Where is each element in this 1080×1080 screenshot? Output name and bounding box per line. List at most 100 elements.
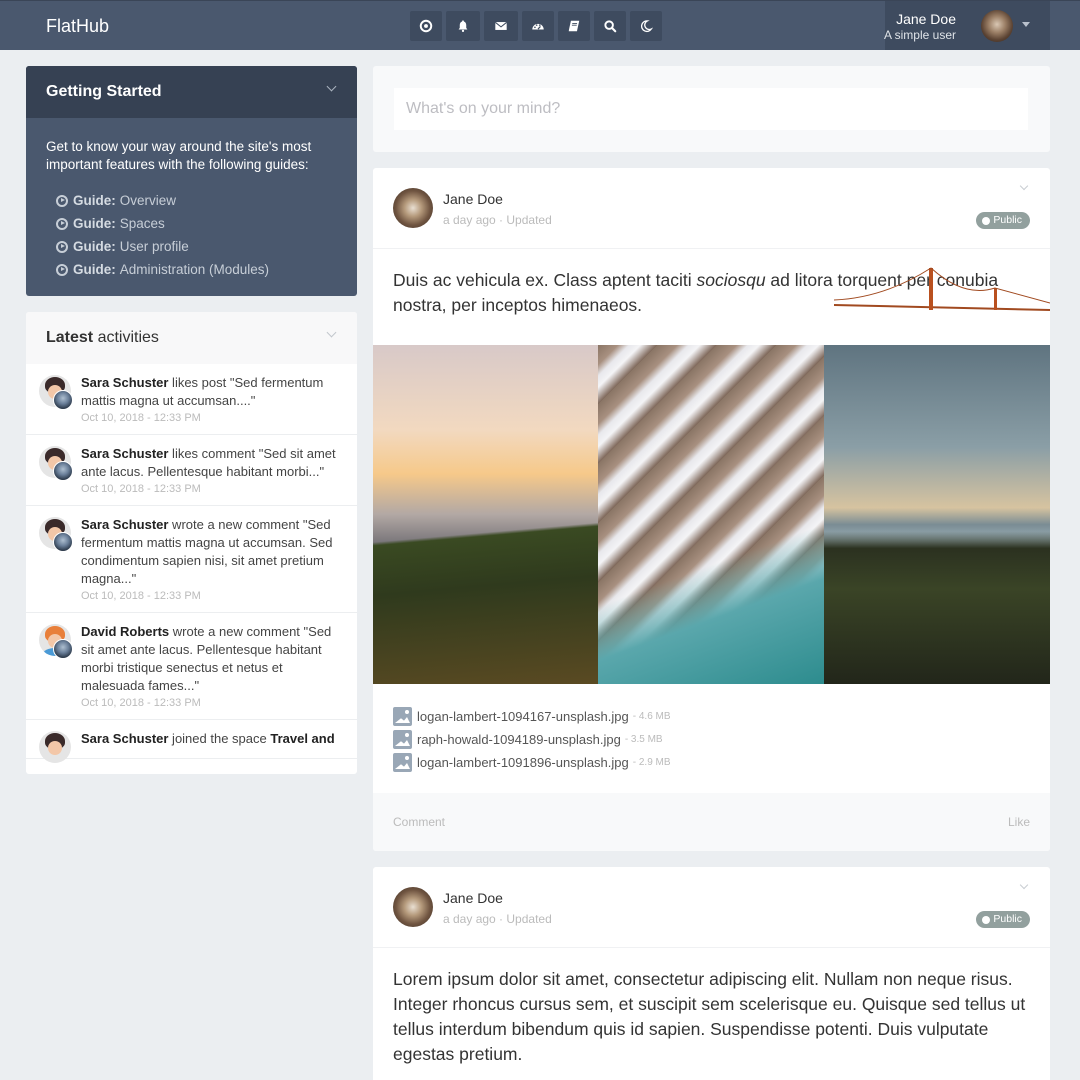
user-name: Jane Doe [896,11,956,27]
guide-link-administration[interactable]: Guide: Administration (Modules) [56,258,337,281]
author-avatar[interactable] [393,887,433,927]
comment-link[interactable]: Comment [393,815,445,829]
post-card: Jane Doe a day ago · Updated Public Lore… [373,867,1050,1080]
mountain-sunset-photo[interactable] [373,345,598,684]
photo-gallery [373,345,1050,684]
getting-started-panel: Getting Started Get to know your way aro… [26,66,357,296]
chevron-down-icon[interactable] [1019,880,1029,890]
guide-label: Administration (Modules) [119,262,270,277]
nav-icon-bar [410,11,662,41]
latest-activities-panel: Latest activities Sara Schuster likes po… [26,312,357,774]
activity-item[interactable]: Sara Schuster likes comment "Sed sit ame… [26,435,357,506]
file-name[interactable]: logan-lambert-1091896-unsplash.jpg [417,755,629,770]
post-author[interactable]: Jane Doe [443,890,503,906]
dashboard-icon [532,23,544,30]
image-file-icon [393,730,412,749]
play-circle-icon [56,263,68,276]
post-body: Lorem ipsum dolor sit amet, consectetur … [393,969,1026,1064]
attachment-item[interactable]: logan-lambert-1091896-unsplash.jpg - 2.9… [393,751,671,774]
dark-mode-toggle[interactable] [630,11,662,41]
space-avatar [53,390,73,410]
post-composer [373,66,1050,152]
visibility-badge: Public [976,911,1030,928]
search-icon [604,20,617,33]
guide-prefix: Guide: [73,239,116,254]
post-meta: a day ago · Updated [443,213,552,227]
latest-activities-header[interactable]: Latest activities [26,312,357,364]
activity-space-name[interactable]: Travel and [270,731,334,746]
post-author[interactable]: Jane Doe [443,191,503,207]
dashboard-target-button[interactable] [410,11,442,41]
play-circle-icon [56,217,68,230]
latest-activities-title: Latest activities [46,329,159,346]
activity-time: Oct 10, 2018 - 12:33 PM [81,590,201,602]
search-button[interactable] [594,11,626,41]
guide-link-overview[interactable]: Guide: Overview [56,189,337,212]
guide-link-user-profile[interactable]: Guide: User profile [56,235,337,258]
bell-icon [458,20,468,33]
book-icon [568,20,580,32]
chevron-down-icon[interactable] [326,327,337,338]
activity-user: David Roberts [81,624,170,639]
getting-started-title: Getting Started [46,83,162,100]
file-size: - 2.9 MB [632,757,671,768]
activity-item[interactable]: Sara Schuster likes post "Sed fermentum … [26,364,357,435]
activity-item[interactable]: David Roberts wrote a new comment "Sed s… [26,613,357,720]
aerial-waves-photo[interactable] [598,345,824,684]
file-name[interactable]: logan-lambert-1094167-unsplash.jpg [417,709,629,724]
space-avatar [53,532,73,552]
image-file-icon [393,753,412,772]
golden-gate-bridge-photo[interactable] [824,345,1050,684]
activity-item[interactable]: Sara Schuster joined the space Travel an… [26,720,357,763]
top-navbar: FlatHub Jane Doe A simple user [0,0,1080,50]
directory-button[interactable] [558,11,590,41]
post-header: Jane Doe a day ago · Updated Public [373,168,1050,249]
file-name[interactable]: raph-howald-1094189-unsplash.jpg [417,732,621,747]
guide-label: Spaces [119,216,165,231]
play-circle-icon [56,194,68,207]
file-size: - 3.5 MB [624,734,663,745]
user-avatar [39,731,71,763]
chevron-down-icon[interactable] [326,81,337,92]
activity-time: Oct 10, 2018 - 12:33 PM [81,697,201,709]
author-avatar[interactable] [393,188,433,228]
activity-time: Oct 10, 2018 - 12:33 PM [81,412,201,424]
activity-item[interactable]: Sara Schuster wrote a new comment "Sed f… [26,506,357,613]
attachment-list: logan-lambert-1094167-unsplash.jpg - 4.6… [393,705,671,774]
getting-started-header[interactable]: Getting Started [26,66,357,118]
image-file-icon [393,707,412,726]
play-circle-icon [56,240,68,253]
attachment-item[interactable]: logan-lambert-1094167-unsplash.jpg - 4.6… [393,705,671,728]
guide-list: Guide: Overview Guide: Spaces Guide: Use… [46,189,337,281]
file-size: - 4.6 MB [632,711,671,722]
post-actions: Comment Like [373,793,1050,851]
post-input[interactable] [394,88,1028,130]
like-link[interactable]: Like [1008,815,1030,829]
guide-prefix: Guide: [73,193,116,208]
dashboard-button[interactable] [522,11,554,41]
moon-icon [640,20,653,33]
brand-logo[interactable]: FlatHub [46,16,109,37]
notifications-button[interactable] [446,11,480,41]
messages-button[interactable] [484,11,518,41]
post-header: Jane Doe a day ago · Updated Public [373,867,1050,948]
getting-started-intro: Get to know your way around the site's m… [46,139,312,172]
attachment-item[interactable]: raph-howald-1094189-unsplash.jpg - 3.5 M… [393,728,671,751]
user-menu-dropdown[interactable]: Jane Doe A simple user [884,1,1050,50]
post-card: Jane Doe a day ago · Updated Public Duis… [373,168,1050,851]
globe-icon [982,915,991,924]
post-meta: a day ago · Updated [443,912,552,926]
guide-prefix: Guide: [73,216,116,231]
space-avatar [53,639,73,659]
envelope-icon [494,21,508,30]
guide-label: Overview [119,193,177,208]
activity-text: joined the space [168,731,271,746]
chevron-down-icon[interactable] [1019,181,1029,191]
globe-icon [982,216,991,225]
user-avatar [981,10,1013,42]
activity-list[interactable]: Sara Schuster likes post "Sed fermentum … [26,364,357,774]
visibility-badge: Public [976,212,1030,229]
bridge-illustration [833,267,1050,311]
guide-link-spaces[interactable]: Guide: Spaces [56,212,337,235]
target-icon [419,19,433,33]
